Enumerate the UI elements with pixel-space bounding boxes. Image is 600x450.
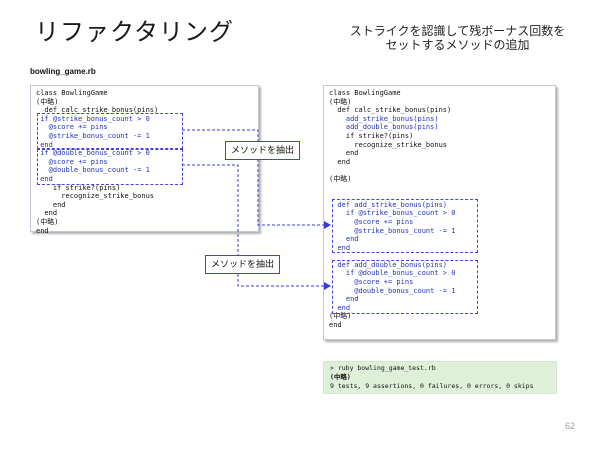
code-line: class BowlingGame <box>36 89 108 97</box>
code-line: end <box>329 157 351 166</box>
code-line: def calc_strike_bonus(pins) <box>329 106 452 115</box>
code-line: > ruby bowling_game_test.rb <box>330 364 436 372</box>
code-line: @double_bonus_count -= 1 <box>36 166 150 175</box>
code-line: end <box>36 200 66 209</box>
extract-method-label-1: メソッドを抽出 <box>225 141 301 160</box>
code-line: (中略) <box>329 312 352 321</box>
code-line: end <box>329 321 342 330</box>
code-line: def add_strike_bonus(pins) <box>329 200 448 209</box>
code-line: end <box>329 295 359 304</box>
code-line: end <box>36 209 58 218</box>
code-line: @double_bonus_count -= 1 <box>329 286 456 295</box>
code-line: (中略) <box>36 97 59 106</box>
code-line: end <box>329 235 359 244</box>
code-lines-before: class BowlingGame (中略) def calc_strike_bo… <box>31 86 258 235</box>
code-line: add_double_bonus(pins) <box>329 123 439 132</box>
code-line: if @double_bonus_count > 0 <box>329 269 456 278</box>
slide: リファクタリング ストライクを認識して残ボーナス回数を セットするメソッドの追加… <box>0 0 600 450</box>
code-line: @strike_bonus_count -= 1 <box>329 226 456 235</box>
code-line: (中略) <box>329 174 352 183</box>
code-line: 9 tests, 9 assertions, 0 failures, 0 err… <box>330 382 534 390</box>
page-title: リファクタリング <box>35 19 235 46</box>
code-line: @strike_bonus_count -= 1 <box>36 131 150 140</box>
code-line: (中略) <box>36 217 59 226</box>
code-line: @score += pins <box>329 278 414 287</box>
code-line: end <box>36 226 49 235</box>
code-line: @score += pins <box>329 217 414 226</box>
code-line: if strike?(pins) <box>36 183 121 192</box>
test-output-box: > ruby bowling_game_test.rb (中略) 9 tests, … <box>323 361 557 394</box>
code-panel-after: class BowlingGame (中略) def calc_strike_bo… <box>323 85 556 340</box>
code-line: if @strike_bonus_count > 0 <box>36 114 150 123</box>
file-name-label: bowling_game.rb <box>30 67 96 76</box>
code-line: @score += pins <box>36 123 108 132</box>
code-lines-after: class BowlingGame (中略) def calc_strike_bo… <box>324 86 555 330</box>
code-line: add_strike_bonus(pins) <box>329 114 439 123</box>
code-line: (中略) <box>329 97 352 106</box>
code-line: class BowlingGame <box>329 89 401 97</box>
code-line: end <box>329 243 351 252</box>
code-line: if strike?(pins) <box>329 131 414 140</box>
code-line: recognize_strike_bonus <box>36 192 155 201</box>
code-line: if @strike_bonus_count > 0 <box>329 209 456 218</box>
code-line: recognize_strike_bonus <box>329 140 448 149</box>
code-line: end <box>36 174 53 183</box>
extract-method-label-2: メソッドを抽出 <box>205 255 281 274</box>
code-line: end <box>329 149 359 158</box>
code-line: (中略) <box>330 373 351 381</box>
subtitle-line-1: ストライクを認識して残ボーナス回数を <box>349 24 566 38</box>
code-line: def add_double_bonus(pins) <box>329 260 448 269</box>
code-line: def calc_strike_bonus(pins) <box>36 106 159 115</box>
page-number: 62 <box>564 421 575 431</box>
slide-subtitle: ストライクを認識して残ボーナス回数を セットするメソッドの追加 <box>340 24 575 52</box>
subtitle-line-2: セットするメソッドの追加 <box>385 38 530 52</box>
test-output-lines: > ruby bowling_game_test.rb (中略) 9 tests, … <box>330 364 550 391</box>
code-line: end <box>329 303 351 312</box>
